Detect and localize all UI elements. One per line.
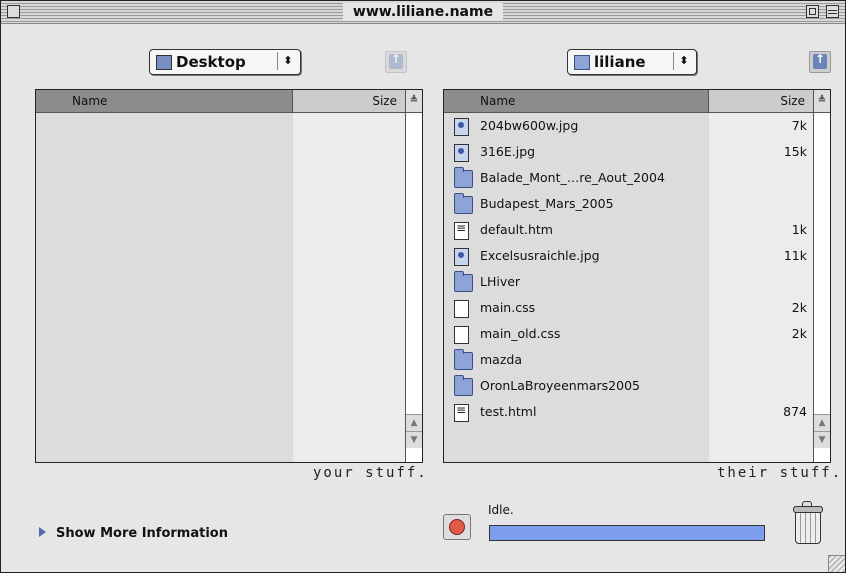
trash-icon[interactable] [791, 498, 823, 544]
local-list-header: Name Size [36, 90, 406, 113]
file-size: 2k [791, 300, 807, 315]
file-row[interactable]: mazda [444, 347, 813, 373]
local-scroll-down-button[interactable]: ▼ [406, 431, 422, 448]
file-row[interactable]: 2k main.css [444, 295, 813, 321]
folder-icon [454, 167, 473, 188]
file-row[interactable]: 15k 316E.jpg [444, 139, 813, 165]
file-row[interactable]: LHiver [444, 269, 813, 295]
file-name: LHiver [480, 274, 521, 289]
jpg-icon [454, 144, 469, 162]
html-icon [454, 221, 469, 240]
file-name: 204bw600w.jpg [480, 118, 579, 133]
chevron-updown-icon: ⬍ [277, 52, 298, 70]
file-row[interactable]: 11k Excelsusraichle.jpg [444, 243, 813, 269]
up-folder-icon [813, 52, 827, 69]
file-row[interactable]: 1k default.htm [444, 217, 813, 243]
desktop-icon [156, 55, 172, 70]
status-text: Idle. [488, 503, 514, 517]
jpg-icon [454, 248, 469, 266]
local-vertical-scrollbar[interactable]: ≜ ▲ ▼ [405, 90, 422, 462]
remote-pane-caption: their stuff. [717, 465, 843, 481]
file-size: 2k [791, 326, 807, 341]
folder-icon [574, 55, 590, 70]
folder-icon [454, 349, 473, 370]
local-location-popup[interactable]: Desktop ⬍ [149, 49, 301, 75]
remote-sort-toggle[interactable]: ≜ [814, 90, 830, 113]
show-more-information-toggle[interactable]: Show More Information [39, 526, 228, 541]
collapse-box[interactable] [826, 5, 839, 18]
remote-parent-folder-button[interactable] [809, 51, 831, 73]
file-name: OronLaBroyeenmars2005 [480, 378, 640, 393]
remote-size-column-header[interactable]: Size [709, 90, 814, 112]
disclosure-triangle-icon [39, 527, 46, 537]
local-parent-folder-button[interactable] [385, 51, 407, 73]
file-name: Balade_Mont_…re_Aout_2004 [480, 170, 665, 185]
window-title: www.liliane.name [342, 3, 504, 21]
file-size: 11k [783, 248, 807, 263]
stop-button[interactable] [443, 514, 471, 540]
file-name: Budapest_Mars_2005 [480, 196, 614, 211]
local-name-column-header[interactable]: Name [36, 90, 293, 112]
remote-rows: 7k 204bw600w.jpg 15k 316E.jpg Balade_Mont_…r… [444, 113, 813, 425]
file-row[interactable]: OronLaBroyeenmars2005 [444, 373, 813, 399]
file-name: main_old.css [480, 326, 561, 341]
progress-bar-fill [490, 526, 764, 540]
file-name: default.htm [480, 222, 553, 237]
file-name: main.css [480, 300, 536, 315]
chevron-updown-icon: ⬍ [673, 52, 694, 70]
remote-list-header: Name Size [444, 90, 814, 113]
local-location-label: Desktop [176, 53, 246, 71]
remote-location-popup[interactable]: liliane ⬍ [567, 49, 697, 75]
close-box[interactable] [7, 5, 20, 18]
remote-file-list[interactable]: Name Size 7k 204bw600w.jpg 15k 316E.jpg Bala… [443, 89, 831, 463]
remote-vertical-scrollbar[interactable]: ≜ ▲ ▼ [813, 90, 830, 462]
local-scroll-up-button[interactable]: ▲ [406, 414, 422, 431]
title-bar[interactable]: www.liliane.name [1, 1, 845, 24]
zoom-box[interactable] [806, 5, 819, 18]
remote-name-column-header[interactable]: Name [444, 90, 709, 112]
file-name: mazda [480, 352, 522, 367]
remote-location-label: liliane [594, 53, 646, 71]
file-row[interactable]: Balade_Mont_…re_Aout_2004 [444, 165, 813, 191]
folder-icon [454, 193, 473, 214]
local-pane-caption: your stuff. [313, 465, 428, 481]
html-icon [454, 403, 469, 422]
file-size: 874 [783, 404, 807, 419]
local-file-list[interactable]: Name Size mac hdeInternet Explorermysite… [35, 89, 423, 463]
file-name: test.html [480, 404, 537, 419]
file-row[interactable]: Budapest_Mars_2005 [444, 191, 813, 217]
file-row[interactable]: 7k 204bw600w.jpg [444, 113, 813, 139]
local-size-column-header[interactable]: Size [293, 90, 406, 112]
file-row[interactable]: 2k main_old.css [444, 321, 813, 347]
file-size: 15k [783, 144, 807, 159]
doc-icon [454, 300, 469, 318]
file-name: 316E.jpg [480, 144, 536, 159]
local-sort-toggle[interactable]: ≜ [406, 90, 422, 113]
up-folder-icon [389, 52, 403, 69]
progress-bar [489, 525, 765, 541]
resize-grip[interactable] [828, 555, 845, 572]
folder-icon [454, 375, 473, 396]
file-size: 1k [791, 222, 807, 237]
file-name: Excelsusraichle.jpg [480, 248, 600, 263]
remote-scroll-down-button[interactable]: ▼ [814, 431, 830, 448]
doc-icon [454, 326, 469, 344]
transmit-window: www.liliane.name Desktop ⬍ Name Size mac… [0, 0, 846, 573]
file-row[interactable]: 874 test.html [444, 399, 813, 425]
jpg-icon [454, 118, 469, 136]
file-size: 7k [791, 118, 807, 133]
show-more-label: Show More Information [56, 526, 228, 541]
folder-icon [454, 271, 473, 292]
remote-scroll-up-button[interactable]: ▲ [814, 414, 830, 431]
